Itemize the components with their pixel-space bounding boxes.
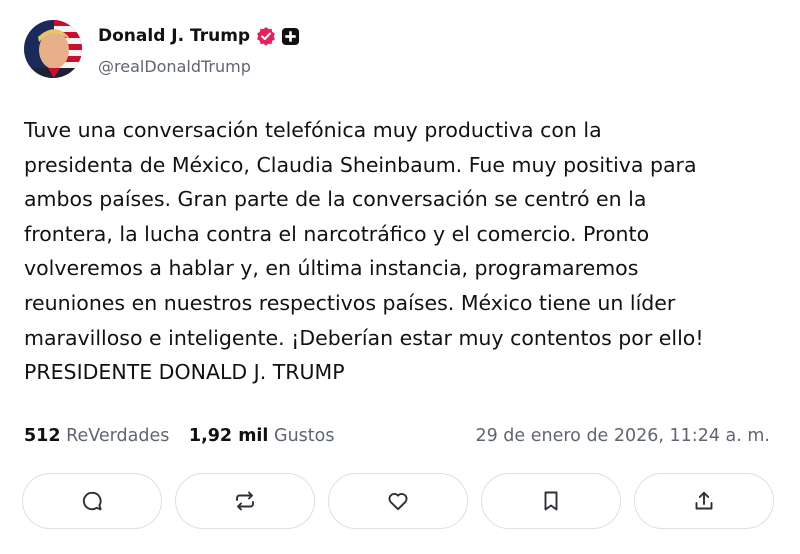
bookmark-icon: [544, 491, 558, 511]
bookmark-button[interactable]: [481, 473, 621, 529]
post-text-line: ambos países. Gran parte de la conversac…: [24, 187, 647, 212]
share-button[interactable]: [634, 473, 774, 529]
reposts-stat[interactable]: 512 ReVerdades: [24, 426, 169, 446]
post-text-line: volveremos a hablar y, en última instanc…: [24, 256, 639, 281]
post-text-line: presidenta de México, Claudia Sheinbaum.…: [24, 152, 697, 177]
retruth-button[interactable]: [175, 473, 315, 529]
post-text-line: reuniones en nuestros respectivos países…: [24, 290, 676, 315]
likes-count: 1,92 mil: [188, 426, 269, 446]
share-icon: [695, 491, 713, 510]
verified-badge-icon: [257, 27, 275, 46]
post-text-line: PRESIDENTE DONALD J. TRUMP: [24, 360, 345, 385]
post-text-line: Tuve una conversación telefónica muy pro…: [24, 118, 602, 142]
like-button[interactable]: [328, 473, 468, 529]
post-text-line: frontera, la lucha contra el narcotráfic…: [24, 221, 650, 246]
action-bar: [22, 473, 774, 529]
post-timestamp[interactable]: 29 de enero de 2026, 11:24 a. m.: [475, 426, 770, 446]
reposts-count: 512: [24, 426, 61, 446]
likes-label: Gustos: [274, 426, 335, 446]
avatar[interactable]: [24, 20, 82, 78]
repost-icon: [236, 491, 254, 511]
author-handle[interactable]: @realDonaldTrump: [98, 57, 251, 76]
reply-icon: [82, 491, 102, 511]
post-stats: 512 ReVerdades 1,92 mil Gustos 29 de ene…: [24, 426, 774, 452]
heart-icon: [388, 493, 408, 511]
author-row: Donald J. Trump: [98, 26, 300, 46]
post-text-line: maravilloso e inteligente. ¡Deberían est…: [24, 325, 704, 350]
post-body: Tuve una conversación telefónica muy pro…: [24, 113, 784, 390]
reposts-label: ReVerdades: [66, 426, 170, 446]
avatar-image: [24, 20, 82, 78]
author-display-name[interactable]: Donald J. Trump: [98, 26, 250, 46]
plus-badge-icon: [282, 27, 300, 45]
likes-stat[interactable]: 1,92 mil Gustos: [189, 426, 335, 446]
reply-button[interactable]: [22, 473, 162, 529]
